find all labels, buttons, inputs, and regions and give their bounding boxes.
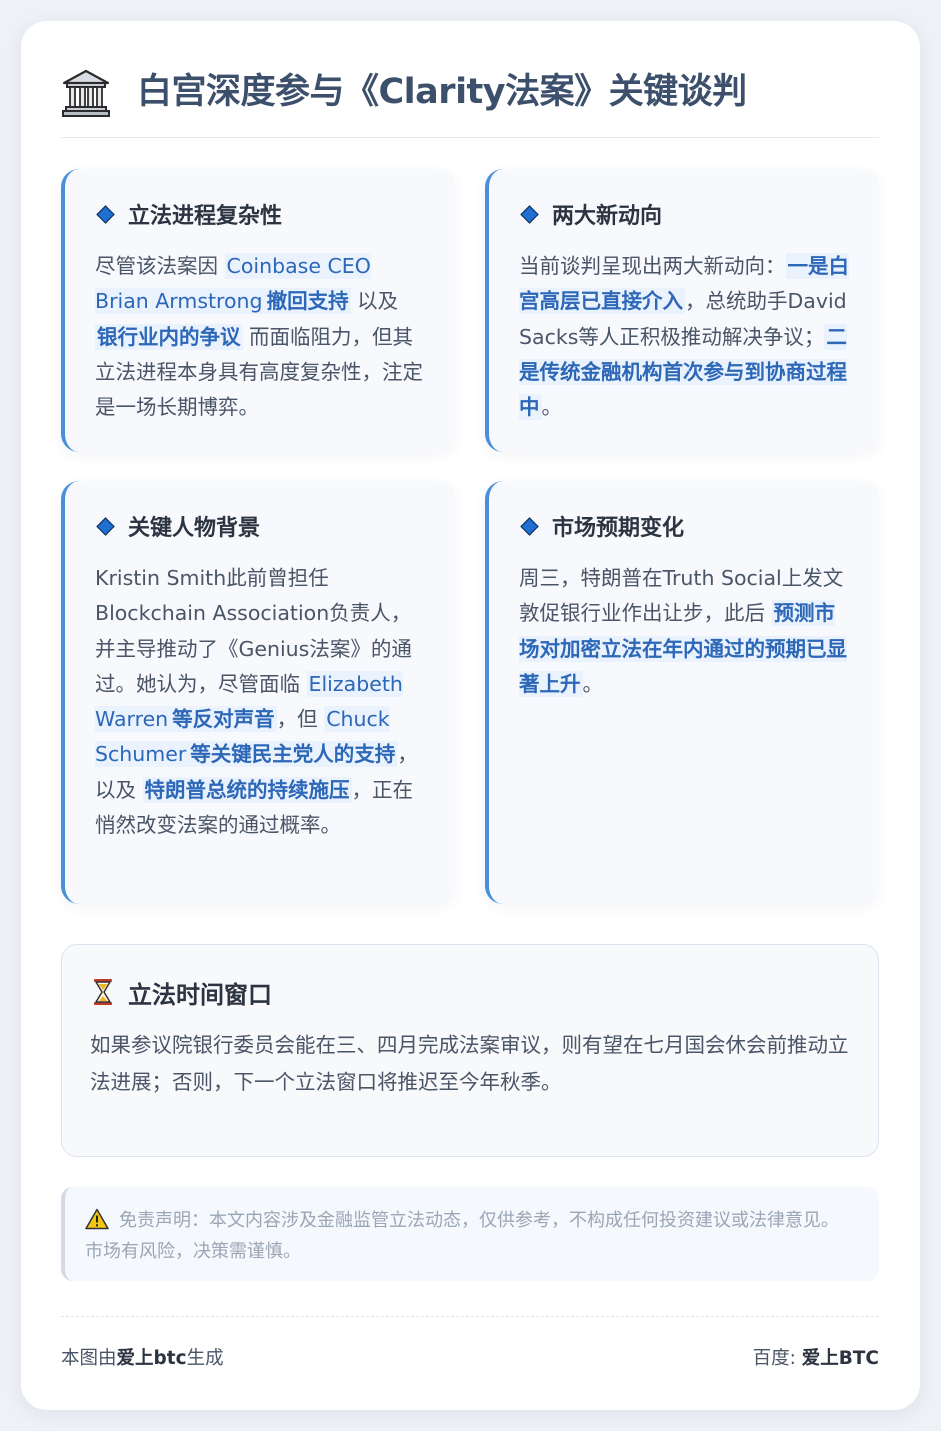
page-header: 白宫深度参与《Clarity法案》关键谈判 (61, 64, 879, 138)
section-body: 尽管该法案因 Coinbase CEO Brian Armstrong 撤回支持 … (95, 249, 427, 425)
highlight-phrase: 特朗普总统的持续施压 (142, 776, 352, 803)
hourglass-icon (94, 979, 112, 1005)
text-segment: 。 (582, 671, 604, 696)
footer-credit: 本图由爱上btc生成 (61, 1344, 224, 1370)
warning-icon (85, 1208, 109, 1230)
page-title: 白宫深度参与《Clarity法案》关键谈判 (137, 72, 747, 112)
section-key-figures: 关键人物背景 Kristin Smith此前曾担任Blockchain Asso… (61, 481, 455, 904)
legislative-window-box: 立法时间窗口 如果参议院银行委员会能在三、四月完成法案审议，则有望在七月国会休会… (61, 944, 879, 1157)
footer-divider (61, 1316, 879, 1317)
window-title: 立法时间窗口 (128, 980, 272, 1009)
blue-diamond-icon (520, 516, 539, 536)
blue-diamond-icon (520, 204, 539, 224)
section-title: 立法进程复杂性 (128, 204, 283, 229)
highlight-phrase: 撤回支持 (264, 288, 351, 315)
text-segment: 以及 (350, 289, 399, 314)
section-new-trends: 两大新动向 当前谈判呈现出两大新动向：一是白宫高层已直接介入，总统助手David… (485, 169, 879, 452)
window-text: 如果参议院银行委员会能在三、四月完成法案审议，则有望在七月国会休会前推动立法进展… (90, 1033, 849, 1094)
section-title: 关键人物背景 (128, 516, 261, 541)
classical-building-icon (62, 69, 110, 117)
text-segment: 当前谈判呈现出两大新动向： (519, 254, 786, 278)
section-title: 两大新动向 (552, 204, 663, 229)
text-segment: 。 (541, 395, 563, 420)
footer-text: 本图由 (61, 1348, 117, 1369)
section-body: 周三，特朗普在Truth Social上发文敦促银行业作出让步，此后 预测市场对… (519, 561, 851, 702)
highlight-phrase: 等关键民主党人的支持 (188, 741, 398, 768)
section-legislative-complexity: 立法进程复杂性 尽管该法案因 Coinbase CEO Brian Armstr… (61, 169, 455, 452)
section-body: Kristin Smith此前曾担任Blockchain Association… (95, 561, 427, 843)
highlight-phrase: 等反对声音 (170, 706, 277, 733)
blue-diamond-icon (96, 204, 115, 224)
disclaimer-text: 免责声明：本文内容涉及金融监管立法动态，仅供参考，不构成任何投资建议或法律意见。… (85, 1210, 839, 1262)
footer-baidu: 百度: 爱上BTC (753, 1344, 879, 1370)
section-body: 当前谈判呈现出两大新动向：一是白宫高层已直接介入，总统助手David Sacks… (519, 249, 851, 425)
section-title: 市场预期变化 (552, 516, 685, 541)
text-segment: 尽管该法案因 (95, 254, 225, 278)
highlight-phrase: 银行业内的争议 (95, 323, 243, 350)
text-segment: ，但 (276, 707, 325, 732)
footer-text: 生成 (186, 1348, 224, 1369)
disclaimer-box: 免责声明：本文内容涉及金融监管立法动态，仅供参考，不构成任何投资建议或法律意见。… (61, 1187, 879, 1281)
section-market-expectations: 市场预期变化 周三，特朗普在Truth Social上发文敦促银行业作出让步，此… (485, 481, 879, 904)
blue-diamond-icon (96, 516, 115, 536)
footer-text: 百度: (752, 1348, 802, 1369)
footer-brand: 爱上BTC (801, 1348, 879, 1369)
footer-brand: 爱上btc (116, 1348, 187, 1369)
